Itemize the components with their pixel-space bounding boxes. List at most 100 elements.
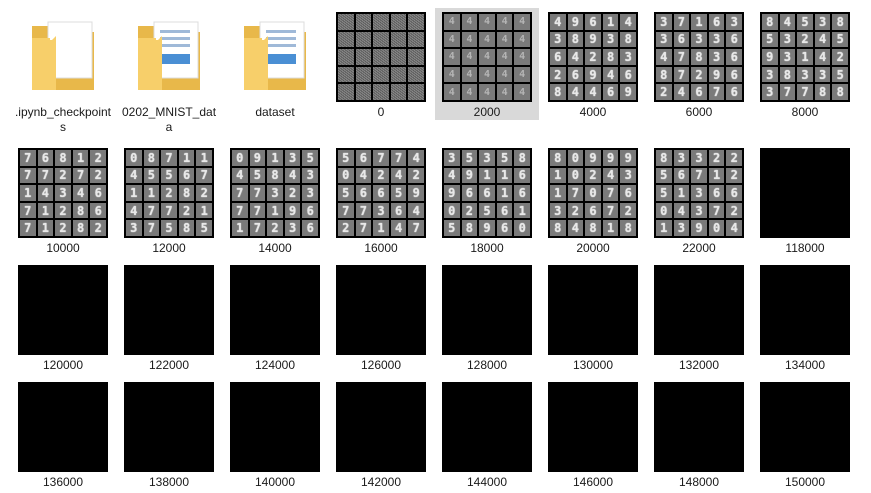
- digit-glyph: 8: [818, 85, 827, 100]
- sample-cell: 7: [390, 150, 407, 166]
- image-file-item[interactable]: 128000: [435, 261, 539, 373]
- image-file-item[interactable]: 150000: [753, 378, 857, 490]
- sample-cell: 4: [673, 84, 690, 100]
- image-file-item[interactable]: 144000: [435, 378, 539, 490]
- digit-glyph: 5: [483, 203, 491, 218]
- digit-glyph: 5: [660, 185, 668, 200]
- image-file-item[interactable]: 146000: [541, 378, 645, 490]
- digit-glyph: 1: [200, 150, 208, 165]
- image-file-item[interactable]: 136000: [11, 378, 115, 490]
- sample-cell: 0: [567, 150, 584, 166]
- sample-cell: 2: [267, 220, 283, 236]
- digit-glyph: 8: [554, 221, 562, 236]
- mnist-grid-thumbnail: 8332256712513660437213904: [654, 148, 744, 238]
- digit-glyph: 1: [483, 168, 491, 183]
- digit-glyph: 5: [342, 150, 350, 165]
- digit-glyph: 4: [483, 51, 490, 63]
- digit-glyph: 7: [606, 203, 615, 218]
- item-label: 140000: [254, 475, 296, 489]
- sample-cell: 4: [496, 31, 513, 48]
- sample-cell: 2: [550, 66, 566, 83]
- sample-cell: 2: [161, 185, 177, 201]
- image-file-item[interactable]: 8 0 9 9 9 1 0 2 4 3 1 7 0 7 6 3 2 6 7 2 8 4 8 1 8 20000: [541, 144, 645, 256]
- digit-glyph: 6: [712, 14, 721, 29]
- image-file-item[interactable]: 130000: [541, 261, 645, 373]
- black-image-thumbnail: [230, 382, 320, 472]
- sample-cell: 6: [514, 167, 530, 184]
- digit-glyph: 4: [818, 49, 827, 64]
- sample-cell: 3: [620, 167, 636, 184]
- sample-cell: 9: [284, 202, 301, 219]
- sample-cell: 6: [355, 150, 372, 166]
- item-label: 6000: [685, 105, 713, 119]
- sample-cell: 3: [302, 167, 318, 184]
- image-file-item[interactable]: 4 9 6 1 4 3 8 9 3 8 6 4 2 8 3 2 6 9 4 6 8 4 4 6 9 4000: [541, 8, 645, 120]
- digit-glyph: 4: [236, 168, 244, 183]
- image-file-item[interactable]: 0: [329, 8, 433, 120]
- image-file-item[interactable]: 120000: [11, 261, 115, 373]
- folder-item[interactable]: 0202_MNIST_data: [117, 8, 221, 135]
- sample-cell: [338, 84, 354, 100]
- sample-cell: 6: [726, 31, 742, 48]
- image-file-item[interactable]: 118000: [753, 144, 857, 256]
- sample-cell: 7: [232, 202, 248, 219]
- digit-glyph: 8: [59, 150, 67, 165]
- image-file-item[interactable]: 126000: [329, 261, 433, 373]
- sample-cell: [408, 31, 424, 48]
- digit-glyph: 2: [589, 168, 597, 183]
- sample-cell: 9: [620, 84, 636, 100]
- sample-cell: 5: [444, 220, 460, 236]
- sample-cell: 7: [673, 66, 690, 83]
- image-file-item[interactable]: 124000: [223, 261, 327, 373]
- digit-glyph: 8: [624, 221, 632, 236]
- sample-cell: 6: [90, 185, 106, 201]
- digit-glyph: 9: [712, 67, 721, 82]
- image-file-item[interactable]: 7 6 8 1 2 7 7 2 7 2 1 4 3 4 6 7 1 2 8 6 7 1 2 8 2 10000: [11, 144, 115, 256]
- image-file-item[interactable]: 132000: [647, 261, 751, 373]
- image-file-item[interactable]: 138000: [117, 378, 221, 490]
- sample-cell: 7: [779, 84, 796, 100]
- sample-cell: 0: [514, 220, 530, 236]
- digit-glyph: 7: [377, 150, 385, 165]
- sample-cell: 8: [620, 220, 636, 236]
- sample-cell: 6: [726, 84, 742, 100]
- image-file-item[interactable]: 3 5 3 5 8 4 9 1 1 6 9 6 6 1 6 0 2 5 6 1 5 8 9 6 0 18000: [435, 144, 539, 256]
- item-label: 16000: [364, 241, 398, 255]
- folder-item[interactable]: dataset: [223, 8, 327, 120]
- digit-glyph: 4: [288, 168, 297, 183]
- black-image-thumbnail: [654, 265, 744, 355]
- image-file-item[interactable]: 142000: [329, 378, 433, 490]
- image-file-item[interactable]: 122000: [117, 261, 221, 373]
- image-file-item[interactable]: 3 7 1 6 3 3 6 3 3 6 4 7 8 3 6 8 7 2 9 6 2 4 6 7 6 6000: [647, 8, 751, 120]
- sample-cell: 0: [656, 202, 672, 219]
- image-file-item[interactable]: 5 6 7 7 4 0 4 2 4 2 5 6 6 5 9 7 7 3 6 4 2 7 1 4 7 16000: [329, 144, 433, 256]
- folder-item[interactable]: .ipynb_checkpoints: [11, 8, 115, 135]
- digit-glyph: 6: [377, 185, 385, 200]
- image-file-item[interactable]: 4 4 4 4 4 4 4 4 4 4 4 4 4 4 4 4 4 4 4 4 4 4 4 4 4 2000: [435, 8, 539, 120]
- image-file-item[interactable]: 148000: [647, 378, 751, 490]
- sample-cell: 4: [126, 202, 142, 219]
- image-file-item[interactable]: 140000: [223, 378, 327, 490]
- sample-cell: 7: [338, 202, 354, 219]
- sample-cell: 3: [691, 202, 707, 219]
- image-file-item[interactable]: 134000: [753, 261, 857, 373]
- image-file-item[interactable]: 8 3 3 2 2 5 6 7 1 2 5 1 3 6 6 0 4 3 7 2 1 3 9 0 4 22000: [647, 144, 751, 256]
- sample-cell: 2: [726, 167, 742, 184]
- digit-glyph: 4: [783, 14, 791, 29]
- sample-cell: 2: [691, 66, 707, 83]
- digit-glyph: 6: [518, 185, 526, 200]
- image-file-item[interactable]: 0 8 7 1 1 4 5 5 6 7 1 1 2 8 2 4 7 7 2 1 3 7 5 8 5 12000: [117, 144, 221, 256]
- sample-cell: 4: [814, 31, 831, 48]
- digit-glyph: 7: [783, 85, 791, 100]
- digit-glyph: 4: [501, 16, 508, 28]
- sample-cell: 7: [232, 185, 248, 201]
- image-file-item[interactable]: 8 4 5 3 8 5 3 2 4 5 9 3 1 4 2 3 8 3 3 5 3 7 7 8 8 8000: [753, 8, 857, 120]
- sample-cell: 8: [267, 167, 283, 184]
- sample-cell: 8: [620, 31, 636, 48]
- digit-glyph: 2: [554, 67, 562, 82]
- sample-cell: 3: [814, 14, 831, 30]
- digit-glyph: 8: [271, 168, 279, 183]
- folder-icon: [230, 12, 320, 102]
- image-file-item[interactable]: 0 9 1 3 5 4 5 8 4 3 7 7 3 2 3 7 7 1 9 6 1 7 2 3 6 14000: [223, 144, 327, 256]
- sample-cell: 4: [461, 49, 478, 65]
